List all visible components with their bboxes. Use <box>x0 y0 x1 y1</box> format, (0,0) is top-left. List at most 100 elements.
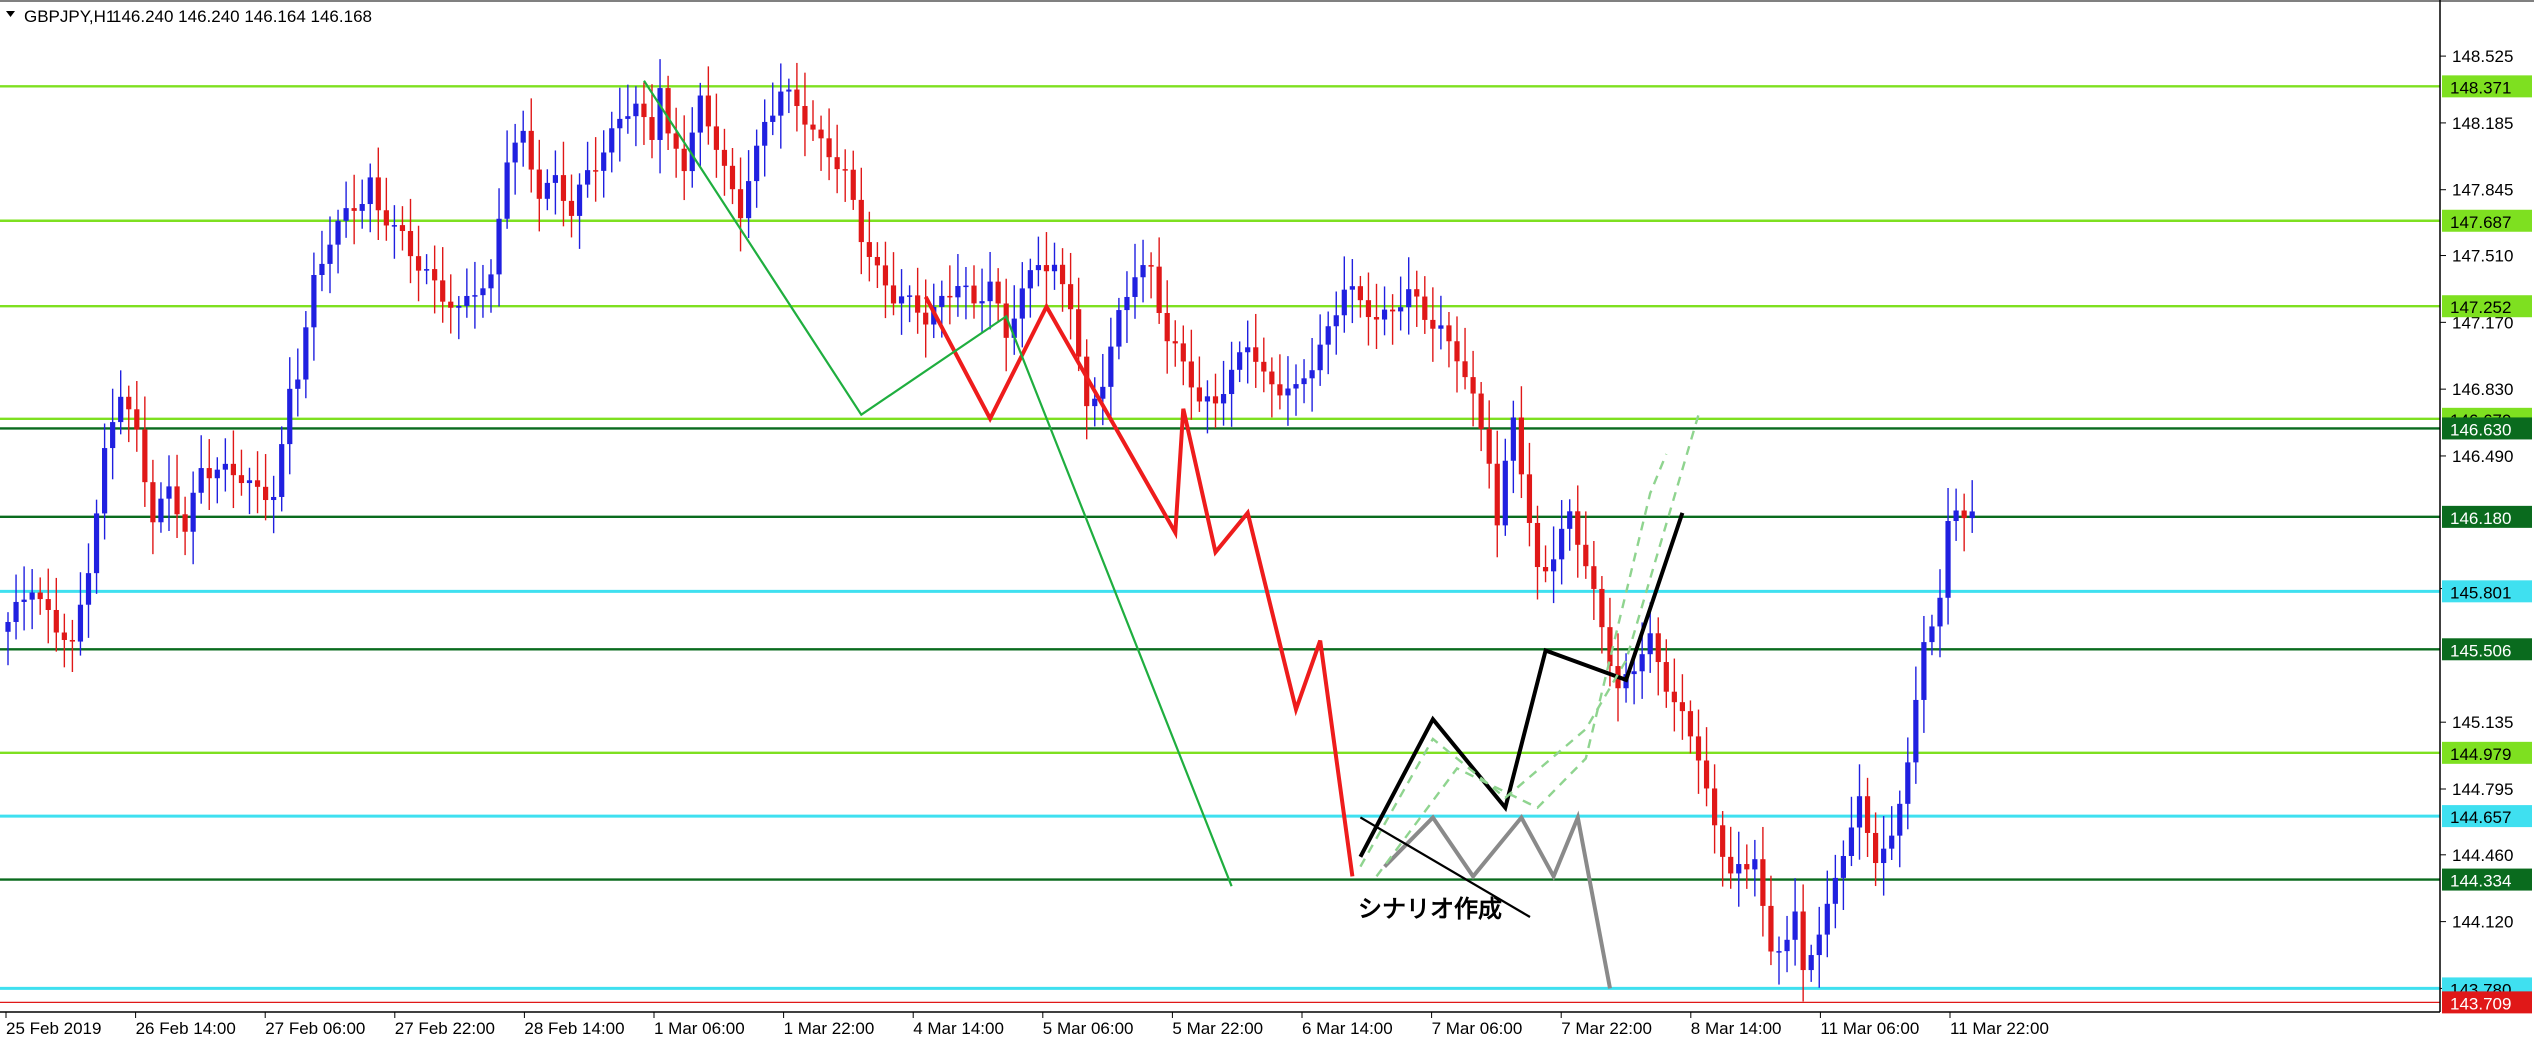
candle-body <box>150 482 156 523</box>
candle-body <box>1132 277 1138 297</box>
candle-body <box>520 130 526 143</box>
x-tick-label: 7 Mar 22:00 <box>1561 1019 1652 1038</box>
candle-body <box>915 295 921 313</box>
candle-body <box>609 128 615 153</box>
candle-body <box>1575 511 1581 545</box>
candle-body <box>1728 856 1734 874</box>
candle-body <box>1116 310 1122 347</box>
candle-body <box>126 396 132 410</box>
candle-body <box>440 280 446 302</box>
candle-body <box>866 242 872 257</box>
candle-body <box>1663 662 1669 692</box>
candle-body <box>1156 266 1162 313</box>
candle-body <box>560 175 567 201</box>
candle-body <box>1148 265 1154 267</box>
level-label: 147.252 <box>2450 298 2511 317</box>
candle-body <box>102 448 108 514</box>
candle-body <box>399 225 406 232</box>
candle-body <box>786 89 792 92</box>
candle-body <box>134 409 140 430</box>
y-tick-label: 147.845 <box>2452 181 2513 200</box>
candle-body <box>118 396 124 423</box>
candle-body <box>1422 296 1428 320</box>
candle-body <box>568 200 575 216</box>
candle-body <box>1293 384 1299 389</box>
candle-body <box>1043 265 1050 272</box>
candle-body <box>955 286 961 298</box>
candle-body <box>512 142 518 163</box>
x-tick-label: 27 Feb 22:00 <box>395 1019 495 1038</box>
level-label: 148.371 <box>2450 78 2511 97</box>
x-tick-label: 4 Mar 14:00 <box>913 1019 1004 1038</box>
candle-body <box>842 169 848 171</box>
chart-canvas[interactable]: 148.525148.185147.845147.510147.170146.8… <box>0 0 2534 1038</box>
y-tick-label: 147.510 <box>2452 247 2513 266</box>
candle-body <box>1285 388 1291 396</box>
candle-body <box>1390 309 1396 312</box>
candle-body <box>206 468 212 479</box>
y-tick-label: 144.120 <box>2452 913 2513 932</box>
candle-body <box>617 118 623 129</box>
candle-body <box>1712 788 1718 826</box>
candle-body <box>279 444 285 497</box>
candle-body <box>367 177 373 205</box>
candle-body <box>77 604 84 642</box>
candle-body <box>1100 386 1106 399</box>
candle-body <box>649 117 655 140</box>
candle-body <box>1478 393 1484 429</box>
candle-body <box>311 275 317 328</box>
y-tick-label: 145.135 <box>2452 713 2513 732</box>
candle-body <box>794 89 800 107</box>
candle-body <box>391 225 397 227</box>
candle-body <box>1800 911 1806 971</box>
level-label: 144.979 <box>2450 745 2511 764</box>
candle-body <box>1969 511 1975 519</box>
candle-body <box>488 274 494 289</box>
candle-body <box>898 296 905 304</box>
candle-body <box>1679 702 1685 712</box>
y-tick-label: 144.795 <box>2452 780 2513 799</box>
candle-body <box>1108 346 1114 387</box>
candle-body <box>1398 307 1404 312</box>
candle-body <box>1220 394 1227 404</box>
candle-body <box>987 281 993 302</box>
candle-body <box>1325 326 1331 345</box>
level-label: 144.657 <box>2450 808 2511 827</box>
candle-body <box>1671 691 1677 703</box>
candle-body <box>263 486 269 501</box>
candle-body <box>1309 370 1315 379</box>
candle-body <box>295 379 301 389</box>
candle-body <box>939 295 945 307</box>
candle-body <box>1204 396 1211 402</box>
y-tick-label: 148.185 <box>2452 114 2513 133</box>
candle-body <box>424 269 430 271</box>
x-tick-label: 5 Mar 22:00 <box>1172 1019 1263 1038</box>
x-tick-label: 8 Mar 14:00 <box>1691 1019 1782 1038</box>
candle-body <box>93 513 100 574</box>
candle-body <box>1599 588 1605 628</box>
candle-body <box>1245 347 1251 353</box>
x-tick-label: 25 Feb 2019 <box>6 1019 101 1038</box>
candle-body <box>882 265 889 286</box>
candle-body <box>1349 286 1355 290</box>
candle-body <box>1945 521 1951 598</box>
candle-body <box>190 492 196 532</box>
candle-body <box>432 269 438 281</box>
candle-body <box>1454 341 1460 362</box>
candle-body <box>504 162 510 219</box>
candle-body <box>198 468 204 493</box>
candle-body <box>1856 796 1863 828</box>
level-label: 147.687 <box>2450 213 2511 232</box>
candle-body <box>5 621 11 632</box>
candle-body <box>754 145 760 182</box>
candle-body <box>528 130 534 170</box>
candle-body <box>729 165 736 190</box>
candle-body <box>1470 377 1476 394</box>
candle-body <box>1188 361 1194 388</box>
level-label: 145.801 <box>2450 583 2511 602</box>
candle-body <box>456 305 462 308</box>
candle-body <box>1687 711 1694 737</box>
candle-body <box>1897 803 1903 836</box>
candle-body <box>1953 510 1959 522</box>
candle-body <box>625 116 631 119</box>
